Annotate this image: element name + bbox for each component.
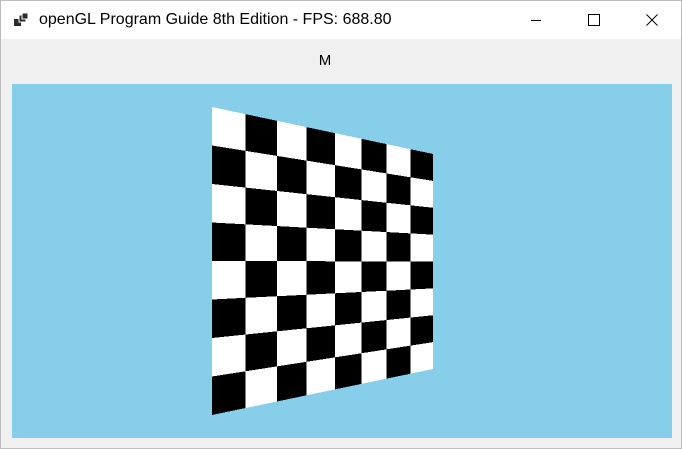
checkerboard-quad bbox=[212, 107, 433, 415]
checker-cell bbox=[361, 138, 387, 174]
checker-cell bbox=[386, 144, 411, 178]
checker-cell bbox=[245, 261, 277, 298]
checker-cell bbox=[410, 288, 433, 318]
checker-cell bbox=[277, 120, 307, 161]
checker-cell bbox=[386, 261, 411, 291]
checker-cell bbox=[212, 107, 246, 151]
checker-cell bbox=[306, 325, 335, 362]
checker-cell bbox=[245, 331, 277, 372]
checker-cell bbox=[306, 293, 335, 329]
checker-cell bbox=[277, 190, 307, 228]
checker-cell bbox=[245, 224, 277, 262]
checker-cell bbox=[306, 127, 335, 166]
checker-cell bbox=[334, 291, 362, 326]
checker-cell bbox=[410, 177, 433, 208]
checker-cell bbox=[386, 289, 411, 321]
checker-cell bbox=[334, 133, 362, 170]
checker-cell bbox=[334, 353, 362, 390]
checker-cell bbox=[386, 345, 411, 379]
checker-cell bbox=[361, 290, 387, 323]
window-title: openGL Program Guide 8th Edition - FPS: … bbox=[39, 11, 392, 28]
checker-cell bbox=[277, 261, 307, 297]
checker-cell bbox=[277, 328, 307, 367]
checker-cell bbox=[306, 160, 335, 198]
checker-cell bbox=[245, 150, 277, 191]
checker-cell bbox=[277, 294, 307, 332]
checker-cell bbox=[334, 165, 362, 201]
menu-item-m[interactable]: M bbox=[313, 49, 337, 73]
checker-cell bbox=[212, 222, 246, 262]
checker-cell bbox=[212, 261, 246, 300]
checker-cell bbox=[361, 200, 387, 233]
checker-cell bbox=[245, 366, 277, 409]
checker-cell bbox=[361, 320, 387, 354]
title-bar[interactable]: openGL Program Guide 8th Edition - FPS: … bbox=[1, 1, 681, 39]
checker-cell bbox=[306, 194, 335, 230]
app-icon bbox=[13, 12, 29, 28]
checker-cell bbox=[410, 315, 433, 346]
checker-cell bbox=[410, 149, 433, 181]
checker-cell bbox=[410, 205, 433, 235]
checker-cell bbox=[361, 261, 387, 292]
opengl-viewport[interactable] bbox=[12, 84, 672, 438]
checker-cell bbox=[277, 361, 307, 402]
checker-cell bbox=[245, 114, 277, 156]
checker-cell bbox=[334, 261, 362, 294]
checker-cell bbox=[212, 297, 246, 338]
checker-cell bbox=[334, 229, 362, 262]
checker-cell bbox=[245, 296, 277, 335]
maximize-button[interactable] bbox=[565, 1, 623, 39]
checker-cell bbox=[386, 202, 411, 234]
checker-cell bbox=[334, 322, 362, 358]
checker-cell bbox=[386, 317, 411, 350]
checker-cell bbox=[212, 371, 246, 415]
checker-cell bbox=[306, 261, 335, 295]
checker-cell bbox=[361, 349, 387, 384]
checker-cell bbox=[386, 173, 411, 206]
checker-cell bbox=[212, 334, 246, 377]
close-icon bbox=[646, 14, 658, 26]
checker-cell bbox=[386, 232, 411, 262]
checker-cell bbox=[334, 197, 362, 231]
checker-cell bbox=[245, 187, 277, 227]
checker-cell bbox=[410, 342, 433, 374]
app-window: openGL Program Guide 8th Edition - FPS: … bbox=[0, 0, 682, 449]
checker-cell bbox=[277, 155, 307, 195]
minimize-icon bbox=[531, 20, 541, 21]
checker-cell bbox=[410, 233, 433, 262]
checker-cell bbox=[361, 230, 387, 262]
checker-cell bbox=[306, 227, 335, 262]
menu-bar: M bbox=[1, 39, 681, 83]
maximize-icon bbox=[588, 14, 600, 26]
checker-cell bbox=[410, 261, 433, 290]
checker-cell bbox=[212, 145, 246, 188]
checker-cell bbox=[306, 357, 335, 396]
checker-cell bbox=[277, 226, 307, 262]
checker-cell bbox=[212, 184, 246, 225]
minimize-button[interactable] bbox=[507, 1, 565, 39]
close-button[interactable] bbox=[623, 1, 681, 39]
checker-cell bbox=[361, 169, 387, 203]
